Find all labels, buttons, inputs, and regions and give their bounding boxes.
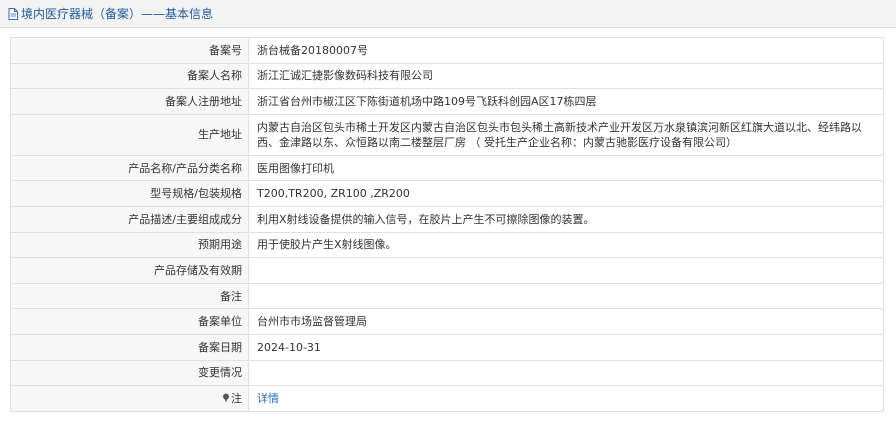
details-link[interactable]: 详情 — [257, 392, 279, 405]
table-row-product-name: 产品名称/产品分类名称 医用图像打印机 — [10, 154, 884, 182]
row-value: T200,TR200, ZR100 ,ZR200 — [248, 180, 884, 207]
note-label-cell: 注 — [10, 385, 249, 412]
row-value: 内蒙古自治区包头市稀土开发区内蒙古自治区包头市包头稀土高新技术产业开发区万水泉镇… — [248, 113, 884, 156]
table-row-product-description: 产品描述/主要组成成分 利用X射线设备提供的输入信号，在胶片上产生不可擦除图像的… — [10, 205, 884, 233]
note-value-cell: 详情 — [248, 385, 884, 412]
page-header: 境内医疗器械（备案）——基本信息 — [0, 0, 896, 28]
row-value: 利用X射线设备提供的输入信号，在胶片上产生不可擦除图像的装置。 — [248, 205, 884, 233]
row-label: 生产地址 — [10, 113, 249, 156]
table-row-storage-validity: 产品存储及有效期 — [10, 257, 884, 284]
row-value: 2024-10-31 — [248, 333, 884, 361]
row-value — [248, 257, 884, 284]
row-label: 变更情况 — [10, 359, 249, 387]
table-row-model-spec: 型号规格/包装规格 T200,TR200, ZR100 ,ZR200 — [10, 180, 884, 207]
row-value: 医用图像打印机 — [248, 154, 884, 182]
row-label: 预期用途 — [10, 231, 249, 259]
row-label: 型号规格/包装规格 — [10, 180, 249, 207]
row-value: 浙江省台州市椒江区下陈街道机场中路109号飞跃科创园A区17栋四层 — [248, 88, 884, 115]
table-row-filing-date: 备案日期 2024-10-31 — [10, 333, 884, 361]
row-label: 产品存储及有效期 — [10, 257, 249, 284]
row-label: 备案单位 — [10, 308, 249, 335]
document-icon — [8, 7, 18, 20]
pin-icon — [223, 393, 229, 403]
row-label: 产品名称/产品分类名称 — [10, 154, 249, 182]
row-value — [248, 282, 884, 310]
row-value: 浙台械备20180007号 — [248, 37, 884, 64]
row-label: 备案人名称 — [10, 62, 249, 90]
row-label: 备案人注册地址 — [10, 88, 249, 115]
row-label: 备注 — [10, 282, 249, 310]
row-value: 用于使胶片产生X射线图像。 — [248, 231, 884, 259]
table-row-production-address: 生产地址 内蒙古自治区包头市稀土开发区内蒙古自治区包头市包头稀土高新技术产业开发… — [10, 113, 884, 156]
row-value: 台州市市场监督管理局 — [248, 308, 884, 335]
info-table: 备案号 浙台械备20180007号 备案人名称 浙江汇诚汇捷影像数码科技有限公司… — [10, 37, 884, 412]
table-row-remarks: 备注 — [10, 282, 884, 310]
table-row-note: 注 详情 — [10, 385, 884, 412]
table-row-intended-use: 预期用途 用于使胶片产生X射线图像。 — [10, 231, 884, 259]
row-value — [248, 359, 884, 387]
table-row-registrant-name: 备案人名称 浙江汇诚汇捷影像数码科技有限公司 — [10, 62, 884, 90]
table-row-record-number: 备案号 浙台械备20180007号 — [10, 37, 884, 64]
row-value: 浙江汇诚汇捷影像数码科技有限公司 — [248, 62, 884, 90]
table-row-change-status: 变更情况 — [10, 359, 884, 387]
page-title: 境内医疗器械（备案）——基本信息 — [21, 7, 214, 21]
table-row-registrant-address: 备案人注册地址 浙江省台州市椒江区下陈街道机场中路109号飞跃科创园A区17栋四… — [10, 88, 884, 115]
row-label: 备案日期 — [10, 333, 249, 361]
row-label: 产品描述/主要组成成分 — [10, 205, 249, 233]
table-row-filing-unit: 备案单位 台州市市场监督管理局 — [10, 308, 884, 335]
row-label: 备案号 — [10, 37, 249, 64]
note-label: 注 — [231, 391, 242, 405]
